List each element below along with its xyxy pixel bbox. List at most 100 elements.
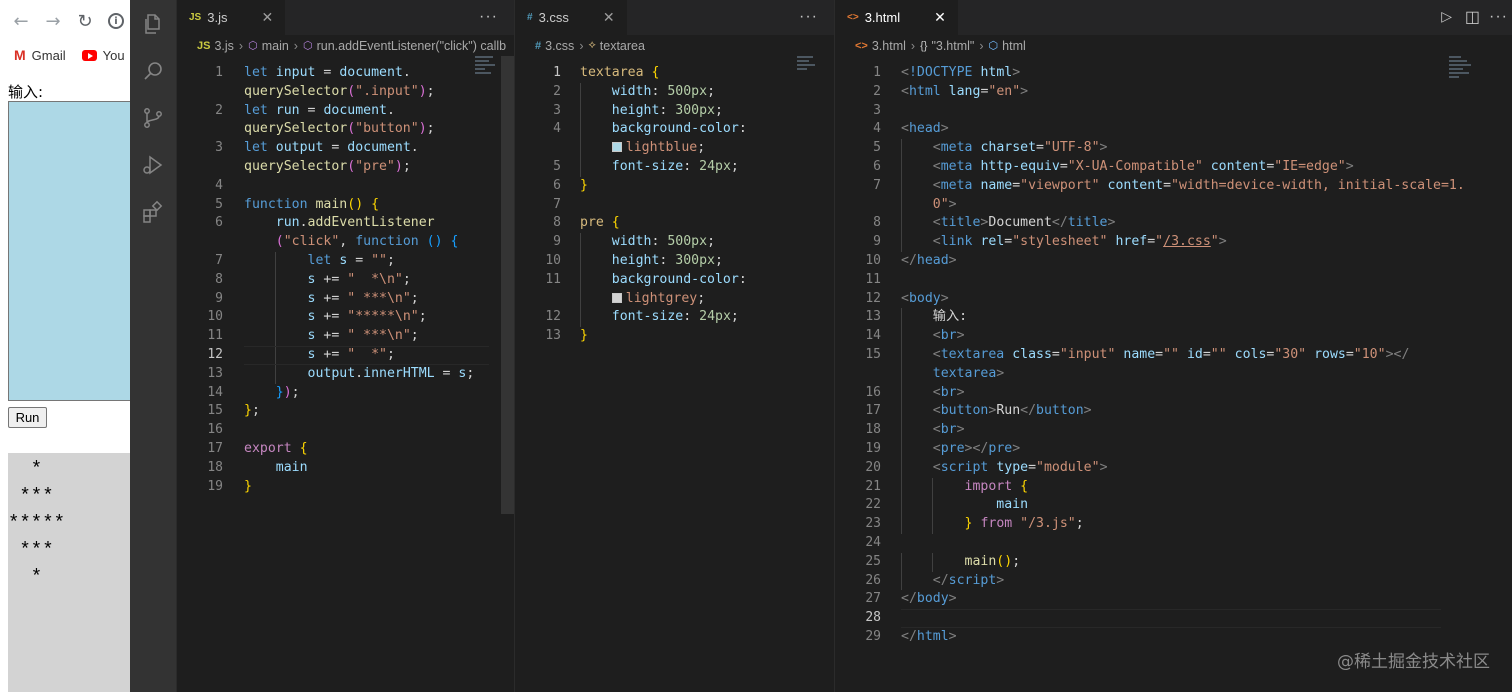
code-line[interactable]: 9 <link rel="stylesheet" href="/3.css"> <box>835 233 1512 252</box>
breadcrumb-function[interactable]: main <box>262 39 289 53</box>
code-line[interactable]: querySelector(".input"); <box>177 83 514 102</box>
code-line[interactable]: 26 </script> <box>835 572 1512 591</box>
code-line[interactable]: 8 s += " *\n"; <box>177 271 514 290</box>
code-line[interactable]: 17 <button>Run</button> <box>835 402 1512 421</box>
code-line[interactable]: 18 <br> <box>835 421 1512 440</box>
breadcrumb-file[interactable]: 3.js <box>214 39 233 53</box>
tab-3-html[interactable]: <> 3.html ✕ <box>835 0 958 35</box>
code-line[interactable]: 14 <br> <box>835 327 1512 346</box>
code-line[interactable]: 4 <box>177 177 514 196</box>
close-icon[interactable]: ✕ <box>603 9 615 26</box>
scrollbar[interactable] <box>501 56 515 514</box>
code-line[interactable]: querySelector("button"); <box>177 120 514 139</box>
code-line[interactable]: 4 <head> <box>835 120 1512 139</box>
code-line[interactable]: 15}; <box>177 402 514 421</box>
code-line[interactable]: 16 <br> <box>835 384 1512 403</box>
code-line[interactable]: 28 <box>835 609 1512 628</box>
code-line[interactable]: 19} <box>177 478 514 497</box>
code-line[interactable]: 6 run.addEventListener <box>177 214 514 233</box>
code-line[interactable]: 18 main <box>177 459 514 478</box>
close-icon[interactable]: ✕ <box>261 9 273 26</box>
extensions-icon[interactable] <box>130 188 176 235</box>
code-line[interactable]: 8 <title>Document</title> <box>835 214 1512 233</box>
breadcrumb-callback[interactable]: run.addEventListener("click") callb <box>317 39 507 53</box>
code-line[interactable]: 12 s += " *"; <box>177 346 514 365</box>
code-line[interactable]: lightgrey; <box>515 290 834 309</box>
code-area[interactable]: 1 let input = document. querySelector(".in… <box>177 56 514 692</box>
more-actions-icon[interactable]: ··· <box>479 8 498 26</box>
code-line[interactable]: 7 <meta name="viewport" content="width=d… <box>835 177 1512 196</box>
code-line[interactable]: 6 <meta http-equiv="X-UA-Compatible" con… <box>835 158 1512 177</box>
more-actions-icon[interactable]: ··· <box>799 8 818 26</box>
breadcrumb-selector[interactable]: textarea <box>600 39 645 53</box>
code-line[interactable]: 1 <!DOCTYPE html> <box>835 64 1512 83</box>
code-line[interactable]: 21 import { <box>835 478 1512 497</box>
code-line[interactable]: 7 <box>515 196 834 215</box>
breadcrumb-file[interactable]: 3.html <box>872 39 906 53</box>
code-line[interactable]: 25 main(); <box>835 553 1512 572</box>
code-line[interactable]: 9 width: 500px; <box>515 233 834 252</box>
code-line[interactable]: lightblue; <box>515 139 834 158</box>
code-line[interactable]: 11 background-color: <box>515 271 834 290</box>
code-line[interactable]: 5 <meta charset="UTF-8"> <box>835 139 1512 158</box>
run-debug-icon[interactable] <box>130 141 176 188</box>
code-line[interactable]: 15 <textarea class="input" name="" id=""… <box>835 346 1512 365</box>
reload-button[interactable]: ↻ <box>76 11 94 32</box>
code-line[interactable]: 16 <box>177 421 514 440</box>
code-line[interactable]: 4 background-color: <box>515 120 834 139</box>
code-line[interactable]: 0"> <box>835 196 1512 215</box>
run-icon[interactable]: ▷ <box>1441 8 1452 25</box>
minimap[interactable] <box>475 56 499 96</box>
code-line[interactable]: 29 </html> <box>835 628 1512 647</box>
code-line[interactable]: ("click", function () { <box>177 233 514 252</box>
search-icon[interactable] <box>130 47 176 94</box>
run-button[interactable]: Run <box>8 407 47 428</box>
code-line[interactable]: 8 pre { <box>515 214 834 233</box>
code-line[interactable]: textarea> <box>835 365 1512 384</box>
code-line[interactable]: 1 let input = document. <box>177 64 514 83</box>
code-area[interactable]: 1 <!DOCTYPE html> 2 <html lang="en"> 3 4 <head… <box>835 56 1512 692</box>
code-line[interactable]: 10 </head> <box>835 252 1512 271</box>
minimap[interactable] <box>797 56 821 96</box>
minimap[interactable] <box>1449 56 1473 96</box>
code-area[interactable]: 1 textarea {2 width: 500px; 3 height: 300p… <box>515 56 834 692</box>
breadcrumb-element[interactable]: html <box>1002 39 1026 53</box>
code-line[interactable]: 3 height: 300px; <box>515 102 834 121</box>
close-icon[interactable]: ✕ <box>934 9 946 26</box>
code-line[interactable]: 12 <body> <box>835 290 1512 309</box>
code-line[interactable]: 10 height: 300px; <box>515 252 834 271</box>
input-textarea[interactable] <box>8 101 130 401</box>
code-line[interactable]: 9 s += " ***\n"; <box>177 290 514 309</box>
code-line[interactable]: 7 let s = ""; <box>177 252 514 271</box>
code-line[interactable]: 13} <box>515 327 834 346</box>
code-line[interactable]: 11 <box>835 271 1512 290</box>
code-line[interactable]: 19 <pre></pre> <box>835 440 1512 459</box>
code-line[interactable]: 3 let output = document. <box>177 139 514 158</box>
code-line[interactable]: 14 }); <box>177 384 514 403</box>
code-line[interactable]: 11 s += " ***\n"; <box>177 327 514 346</box>
code-line[interactable]: 2 <html lang="en"> <box>835 83 1512 102</box>
files-icon[interactable] <box>130 0 176 47</box>
source-control-icon[interactable] <box>130 94 176 141</box>
code-line[interactable]: 2 width: 500px; <box>515 83 834 102</box>
code-line[interactable]: 10 s += "*****\n"; <box>177 308 514 327</box>
code-line[interactable]: 12 font-size: 24px; <box>515 308 834 327</box>
code-line[interactable]: 27 </body> <box>835 590 1512 609</box>
code-line[interactable]: 5 font-size: 24px; <box>515 158 834 177</box>
split-editor-icon[interactable]: ◫ <box>1465 7 1480 27</box>
code-line[interactable]: 13 output.innerHTML = s; <box>177 365 514 384</box>
tab-3-css[interactable]: # 3.css ✕ <box>515 0 627 35</box>
code-line[interactable]: 1 textarea { <box>515 64 834 83</box>
code-line[interactable]: 22 main <box>835 496 1512 515</box>
code-line[interactable]: 5 function main() { <box>177 196 514 215</box>
code-line[interactable]: 20 <script type="module"> <box>835 459 1512 478</box>
bookmark-gmail[interactable]: Gmail <box>32 48 66 63</box>
code-line[interactable]: 6} <box>515 177 834 196</box>
breadcrumb-document[interactable]: "3.html" <box>931 39 974 53</box>
more-actions-icon[interactable]: ··· <box>1489 8 1508 26</box>
tab-3-js[interactable]: JS 3.js ✕ <box>177 0 286 35</box>
code-line[interactable]: querySelector("pre"); <box>177 158 514 177</box>
forward-button[interactable]: → <box>44 11 62 32</box>
site-info-icon[interactable]: i <box>108 13 124 29</box>
code-line[interactable]: 2 let run = document. <box>177 102 514 121</box>
